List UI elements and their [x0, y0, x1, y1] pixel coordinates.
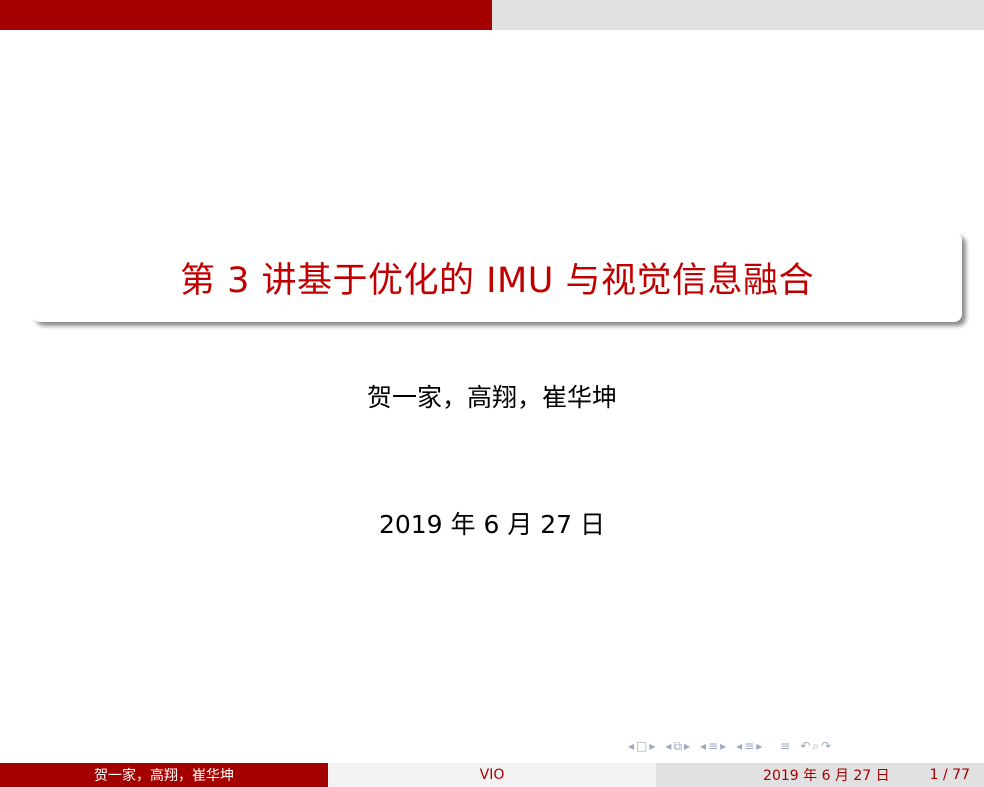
toc-prev-icon[interactable]: ◂: [736, 739, 742, 753]
toc-next-icon[interactable]: ▸: [756, 739, 762, 753]
subsection-nav: ◂ ⧉ ▸: [665, 739, 690, 754]
align-icon[interactable]: ≡: [780, 739, 790, 753]
section-nav: ◂ ≡ ▸: [700, 739, 726, 753]
section-icon[interactable]: ≡: [708, 739, 718, 753]
frame-icon[interactable]: □: [636, 739, 647, 753]
header-progress-fill: [0, 0, 492, 30]
footer-right: 2019 年 6 月 27 日 1 / 77: [656, 763, 984, 787]
slide-date: 2019 年 6 月 27 日: [378, 510, 606, 539]
title-box: 第 3 讲基于优化的 IMU 与视觉信息融合: [32, 232, 962, 322]
section-prev-icon[interactable]: ◂: [700, 739, 706, 753]
slide-authors: 贺一家，高翔，崔华坤: [366, 383, 617, 412]
frame-prev-icon[interactable]: ◂: [628, 739, 634, 753]
search-nav: ↶ ⌕ ↷: [800, 739, 831, 754]
subsection-icon[interactable]: ⧉: [673, 739, 682, 754]
footer-authors: 贺一家，高翔，崔华坤: [0, 763, 328, 787]
toc-icon[interactable]: ≡: [744, 739, 754, 753]
beamer-navigation: ◂ □ ▸ ◂ ⧉ ▸ ◂ ≡ ▸ ◂ ≡ ▸ ≡ ↶ ⌕ ↷: [628, 738, 974, 754]
frame-nav: ◂ □ ▸: [628, 739, 655, 753]
slide-title: 第 3 讲基于优化的 IMU 与视觉信息融合: [180, 260, 814, 301]
footer-date: 2019 年 6 月 27 日: [763, 768, 890, 784]
search-icon[interactable]: ⌕: [812, 739, 819, 754]
subsection-next-icon[interactable]: ▸: [684, 739, 690, 753]
footer-bar: 贺一家，高翔，崔华坤 VIO 2019 年 6 月 27 日 1 / 77: [0, 763, 984, 787]
header-progress-bar: [0, 0, 984, 30]
subsection-prev-icon[interactable]: ◂: [665, 739, 671, 753]
forward-icon[interactable]: ↷: [821, 739, 831, 753]
footer-page-number: 1 / 77: [929, 767, 970, 783]
frame-next-icon[interactable]: ▸: [649, 739, 655, 753]
footer-short-title: VIO: [328, 763, 656, 787]
back-icon[interactable]: ↶: [800, 739, 810, 753]
section-next-icon[interactable]: ▸: [720, 739, 726, 753]
toc-nav: ◂ ≡ ▸: [736, 739, 762, 753]
